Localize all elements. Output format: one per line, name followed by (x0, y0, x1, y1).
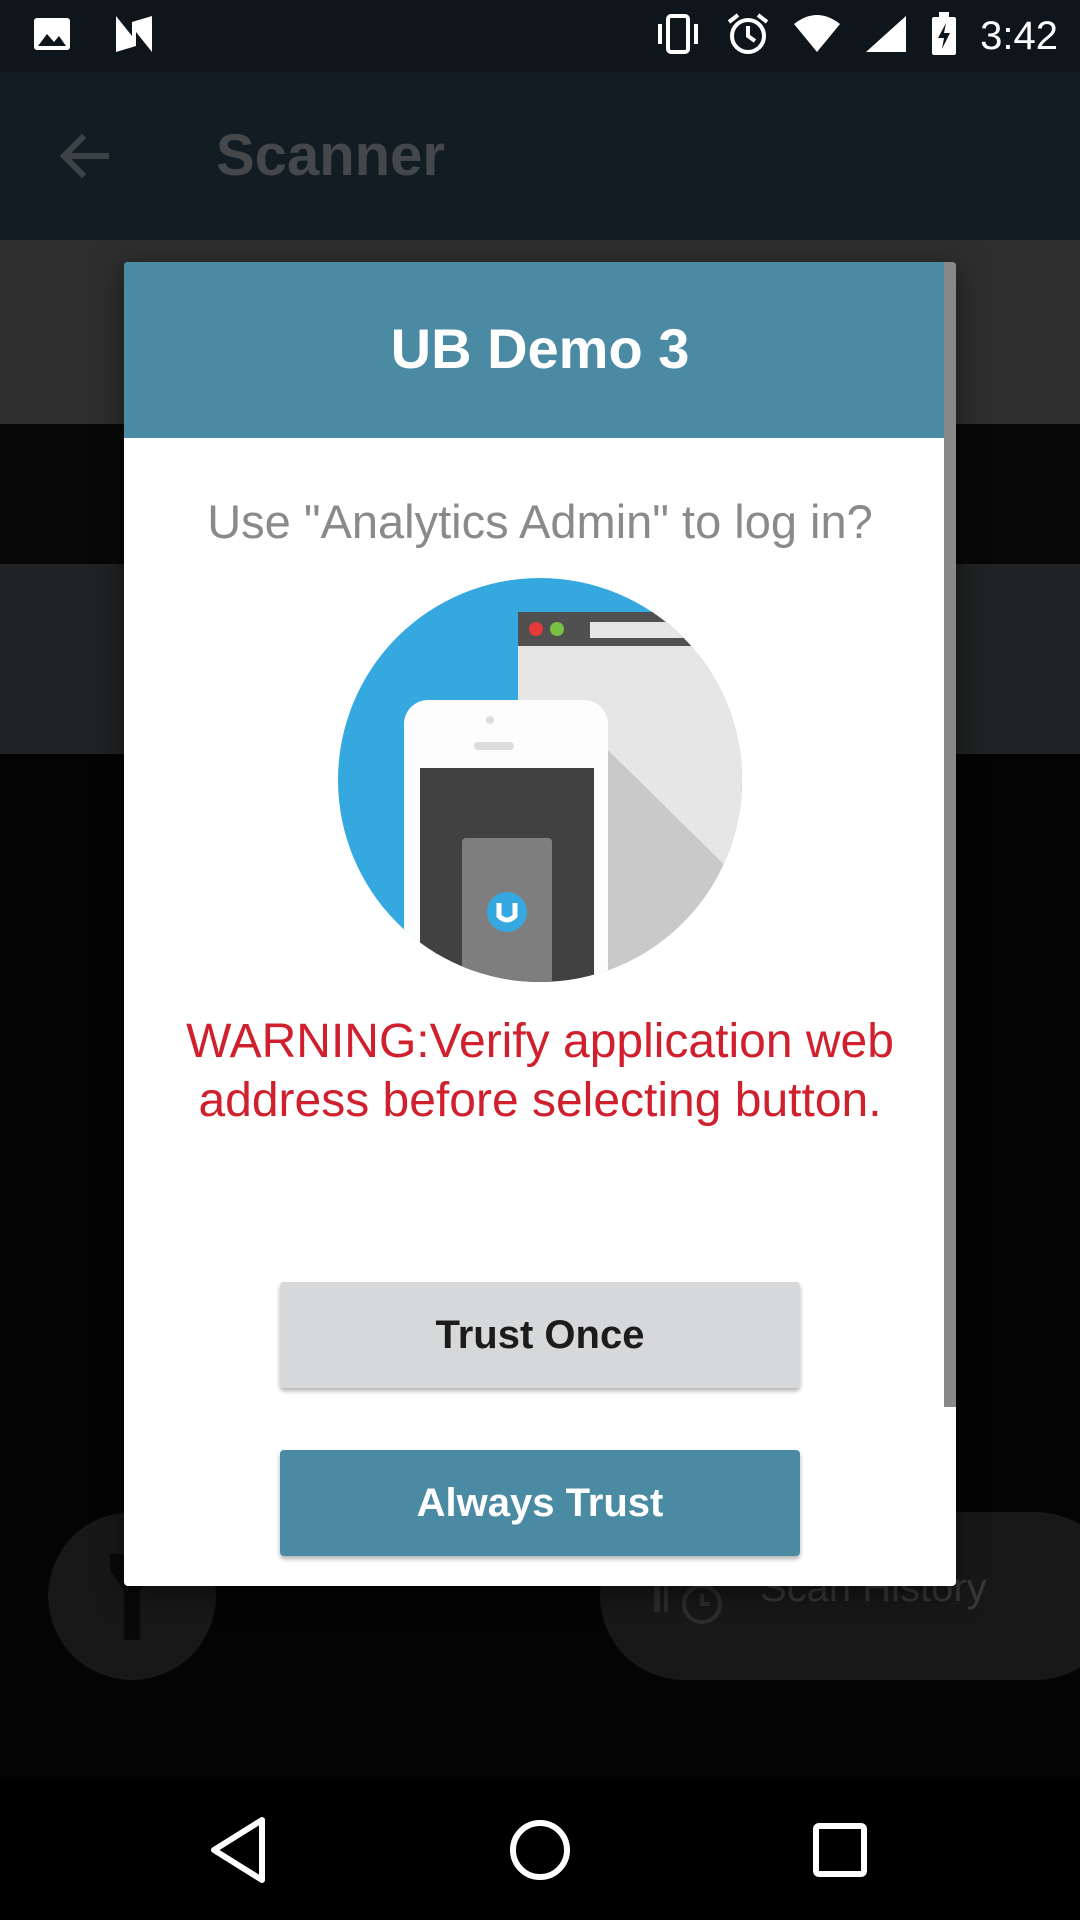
back-triangle-icon[interactable] (200, 1810, 280, 1890)
dialog-scrollbar[interactable] (944, 262, 956, 1407)
cell-signal-icon (864, 14, 908, 59)
wifi-icon (792, 14, 842, 59)
battery-charging-icon (930, 11, 958, 62)
alarm-icon (726, 12, 770, 61)
image-icon (32, 14, 72, 59)
login-prompt: Use "Analytics Admin" to log in? (207, 495, 873, 548)
dialog-title: UB Demo 3 (390, 317, 690, 380)
trust-once-button[interactable]: Trust Once (280, 1282, 800, 1388)
login-trust-dialog: UB Demo 3 Use "Analytics Admin" to log i… (124, 262, 956, 1586)
clock-time: 3:42 (980, 14, 1058, 58)
warning-message: WARNING:Verify application web address b… (186, 1015, 894, 1127)
always-trust-button[interactable]: Always Trust (280, 1450, 800, 1556)
vibrate-icon (652, 12, 704, 61)
navigation-bar (0, 1780, 1080, 1920)
dialog-header: UB Demo 3 (124, 262, 956, 438)
home-circle-icon[interactable] (500, 1810, 580, 1890)
status-bar: 3:42 (0, 0, 1080, 72)
n-notification-icon (112, 14, 156, 59)
phone-browser-illustration (338, 578, 742, 982)
recents-square-icon[interactable] (800, 1810, 880, 1890)
